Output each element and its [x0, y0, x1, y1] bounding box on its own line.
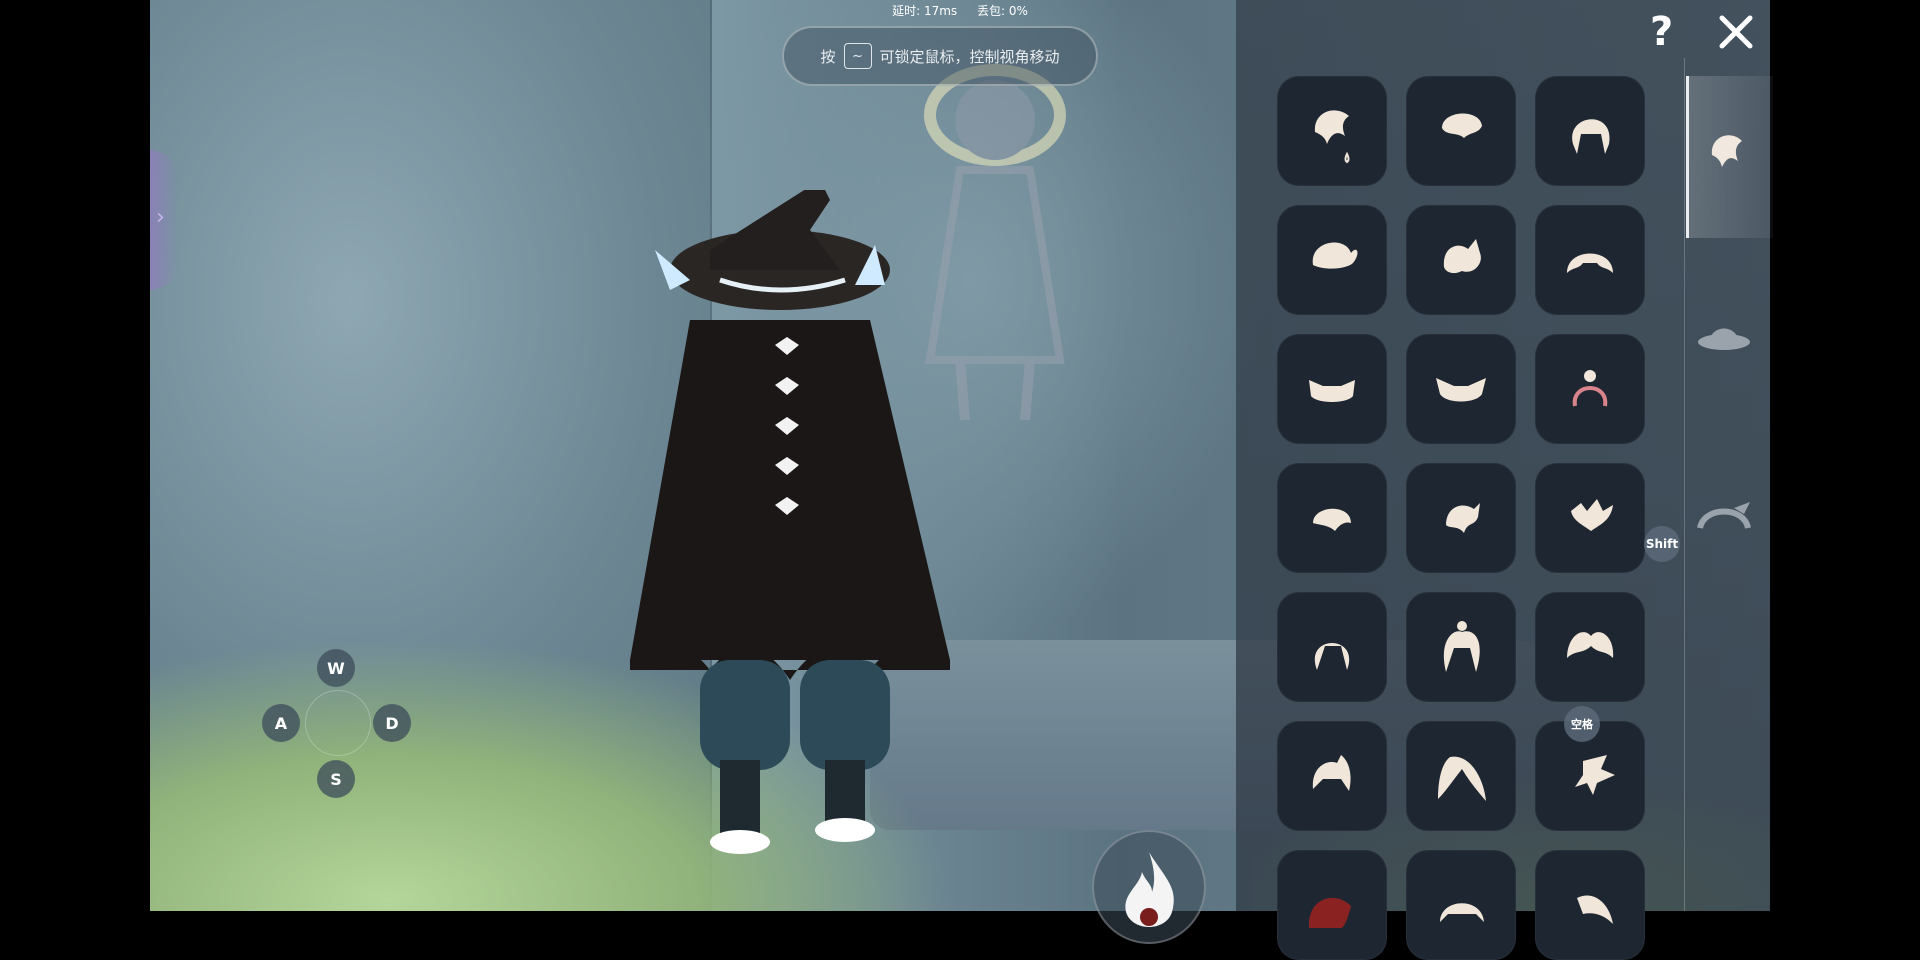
mouse-lock-hint: 按 ~ 可锁定鼠标，控制视角移动	[782, 26, 1098, 86]
hair-item-tile[interactable]	[1277, 334, 1387, 444]
hair-style-icon	[1443, 621, 1480, 672]
space-key-badge: 空格	[1564, 706, 1600, 742]
hair-style-icon	[1438, 756, 1486, 801]
close-icon[interactable]	[1716, 12, 1756, 52]
hair-style-icon	[1446, 503, 1480, 533]
hair-item-tile[interactable]	[1406, 592, 1516, 702]
chevron-right-icon: ›	[156, 205, 165, 230]
hint-key-label: ~	[852, 48, 863, 64]
flame-icon	[1125, 852, 1174, 927]
hair-style-icon	[1313, 508, 1351, 531]
hair-style-icon	[1571, 499, 1613, 531]
hair-style-icon	[1309, 380, 1355, 402]
latency-label: 延时: 17ms	[892, 4, 958, 18]
hair-item-tile[interactable]	[1406, 334, 1516, 444]
hair-style-icon	[1436, 378, 1486, 402]
hair-item-tile[interactable]	[1406, 721, 1516, 831]
hair-style-icon	[1575, 755, 1615, 795]
hair-item-tile[interactable]	[1406, 76, 1516, 186]
hair-item-tile[interactable]	[1277, 592, 1387, 702]
hair-item-tile[interactable]	[1406, 850, 1516, 960]
s-key-button[interactable]: S	[317, 760, 355, 798]
hat-icon	[1698, 328, 1750, 350]
panel-divider	[1684, 58, 1685, 911]
hair-style-icon	[1440, 903, 1484, 922]
hair-style-icon	[1567, 632, 1614, 658]
hint-prefix: 按	[820, 47, 836, 66]
hair-accessory-icon	[1697, 502, 1751, 529]
w-key-button[interactable]: W	[317, 649, 355, 687]
hair-style-icon	[1572, 119, 1610, 154]
hair-style-icon	[1308, 897, 1351, 928]
hair-item-tile[interactable]	[1535, 463, 1645, 573]
expand-menu-tab[interactable]: ›	[150, 150, 178, 290]
tab-hat[interactable]	[1696, 316, 1752, 356]
candle-button[interactable]	[1092, 830, 1206, 944]
hair-icon	[1700, 125, 1750, 175]
hair-item-tile[interactable]	[1277, 76, 1387, 186]
d-key-button[interactable]: D	[373, 704, 411, 742]
hair-style-icon	[1442, 113, 1482, 138]
hair-style-icon	[1312, 755, 1351, 791]
hair-style-icon	[1312, 242, 1358, 269]
hint-text: 可锁定鼠标，控制视角移动	[879, 47, 1060, 66]
shift-key-badge: Shift	[1644, 526, 1680, 562]
hair-item-tile[interactable]	[1535, 205, 1645, 315]
hair-item-tile[interactable]	[1277, 721, 1387, 831]
hair-item-tile[interactable]	[1277, 463, 1387, 573]
hair-style-icon	[1572, 370, 1608, 407]
a-key-button[interactable]: A	[262, 704, 300, 742]
hair-style-icon	[1577, 895, 1613, 924]
tilde-key-icon: ~	[843, 43, 872, 69]
packet-loss-label: 丢包: 0%	[977, 4, 1028, 18]
hair-item-tile[interactable]	[1535, 334, 1645, 444]
hair-item-tile[interactable]	[1277, 205, 1387, 315]
hair-style-icon	[1314, 643, 1350, 670]
tab-hair-accessory[interactable]	[1694, 500, 1754, 536]
hair-style-icon	[1443, 239, 1481, 274]
movement-joystick[interactable]	[305, 690, 371, 756]
hair-item-tile[interactable]	[1535, 592, 1645, 702]
player-character	[630, 190, 950, 854]
hair-style-icon	[1567, 253, 1613, 273]
hair-style-icon	[1314, 110, 1350, 164]
hair-item-tile[interactable]	[1406, 205, 1516, 315]
hair-item-tile[interactable]	[1277, 850, 1387, 960]
hair-item-tile[interactable]	[1406, 463, 1516, 573]
hair-item-tile[interactable]	[1535, 76, 1645, 186]
help-icon[interactable]: ?	[1650, 12, 1673, 52]
hair-item-tile[interactable]	[1535, 850, 1645, 960]
